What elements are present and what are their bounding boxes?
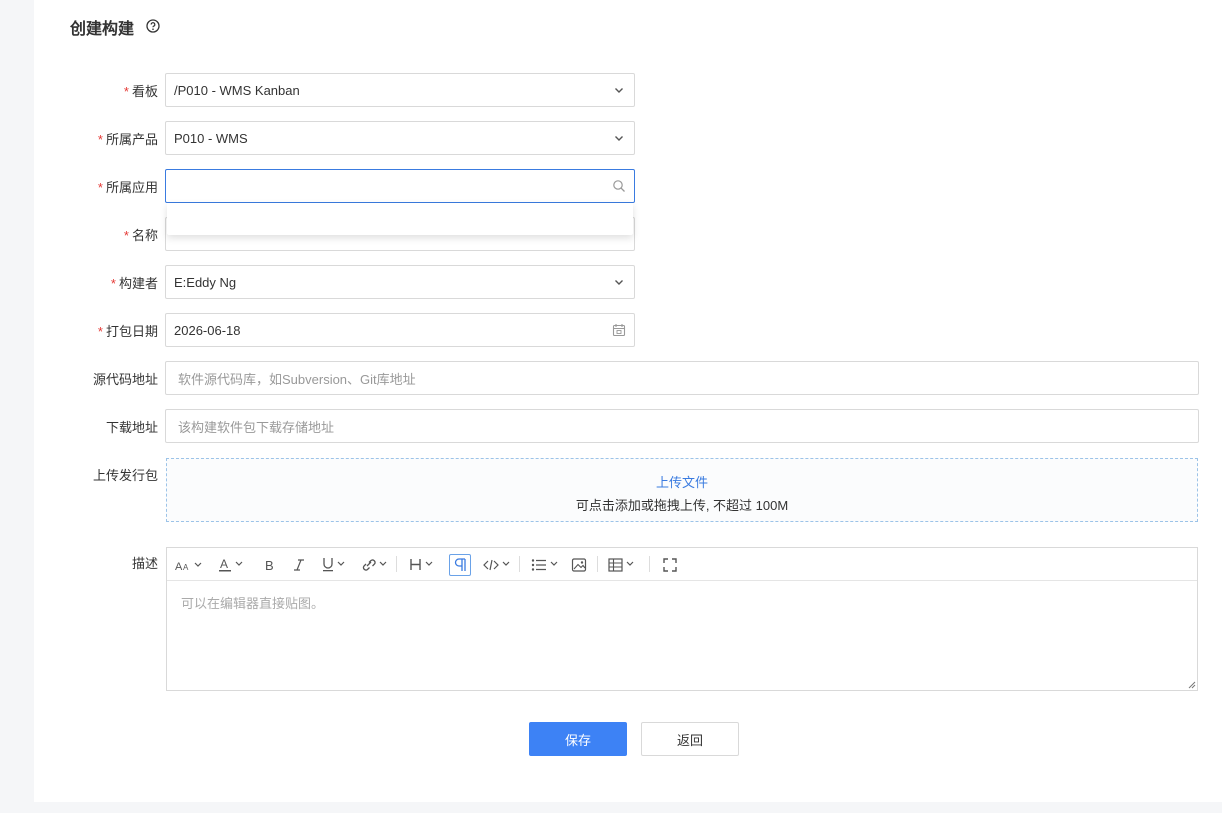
chevron-down-icon	[615, 88, 623, 93]
required-mark: *	[123, 84, 129, 99]
code-icon[interactable]	[483, 556, 513, 574]
source-repo-placeholder: 软件源代码库，如Subversion、Git库地址	[178, 371, 416, 387]
product-select[interactable]: P010 - WMS	[165, 121, 635, 155]
chevron-down-icon	[615, 136, 623, 141]
app-label-text: 所属应用	[105, 180, 158, 195]
builder-label: * 构建者	[111, 273, 158, 292]
editor-content[interactable]: 可以在编辑器直接贴图。	[167, 581, 1197, 624]
back-button[interactable]: 返回	[641, 722, 739, 756]
required-mark: *	[97, 324, 103, 339]
pack-date-picker[interactable]: 2026-06-18	[165, 313, 635, 347]
calendar-icon	[612, 324, 626, 337]
pack-date-label: * 打包日期	[98, 321, 158, 340]
download-url-placeholder: 该构建软件包下载存储地址	[178, 419, 335, 435]
source-repo-input[interactable]: 软件源代码库，如Subversion、Git库地址	[165, 361, 1199, 395]
list-icon[interactable]	[531, 556, 561, 574]
font-size-icon[interactable]: AA	[175, 556, 203, 574]
underline-icon[interactable]	[321, 556, 349, 574]
app-search-select[interactable]	[165, 169, 635, 203]
product-label: * 所属产品	[98, 129, 158, 148]
upload-dropzone[interactable]: 上传文件 可点击添加或拖拽上传, 不超过 100M	[166, 458, 1198, 522]
pack-date-value: 2026-06-18	[174, 322, 241, 338]
required-mark: *	[110, 276, 116, 291]
product-value: P010 - WMS	[174, 130, 248, 146]
kanban-label: * 看板	[124, 81, 158, 100]
svg-text:A: A	[183, 563, 189, 572]
svg-text:A: A	[175, 561, 183, 572]
heading-icon[interactable]	[409, 556, 437, 574]
svg-text:A: A	[220, 557, 228, 571]
builder-select[interactable]: E:Eddy Ng	[165, 265, 635, 299]
app-search-input[interactable]	[174, 178, 612, 194]
name-label: * 名称	[124, 225, 158, 244]
upload-label: 上传发行包	[92, 468, 158, 483]
image-icon[interactable]	[571, 556, 587, 574]
toolbar-divider	[519, 556, 520, 572]
kanban-select[interactable]: /P010 - WMS Kanban	[165, 73, 635, 107]
help-icon[interactable]	[146, 19, 160, 33]
font-color-icon[interactable]: A	[219, 556, 247, 574]
fullscreen-icon[interactable]	[662, 556, 678, 574]
link-icon[interactable]	[361, 556, 391, 574]
name-label-text: 名称	[131, 228, 158, 243]
page-title: 创建构建	[70, 21, 135, 38]
required-mark: *	[97, 180, 103, 195]
rich-text-editor[interactable]: AA A B 可以在编辑器直接贴图。	[166, 547, 1198, 691]
required-mark: *	[97, 132, 103, 147]
builder-label-text: 构建者	[118, 276, 158, 291]
download-url-input[interactable]: 该构建软件包下载存储地址	[165, 409, 1199, 443]
source-repo-label: 源代码地址	[92, 372, 158, 387]
kanban-value: /P010 - WMS Kanban	[174, 82, 300, 98]
product-label-text: 所属产品	[105, 132, 158, 147]
description-label: 描述	[131, 556, 158, 571]
toolbar-divider	[597, 556, 598, 572]
download-url-label: 下载地址	[105, 420, 158, 435]
upload-file-link[interactable]: 上传文件	[167, 472, 1197, 491]
paragraph-icon[interactable]	[449, 554, 471, 576]
required-mark: *	[123, 228, 129, 243]
resize-handle-icon[interactable]	[1188, 681, 1196, 689]
save-button[interactable]: 保存	[529, 722, 627, 756]
kanban-label-text: 看板	[131, 84, 158, 99]
app-label: * 所属应用	[98, 177, 158, 196]
app-dropdown-menu	[167, 203, 633, 235]
builder-value: E:Eddy Ng	[174, 274, 237, 290]
toolbar-divider	[396, 556, 397, 572]
toolbar-divider	[649, 556, 650, 572]
table-icon[interactable]	[608, 556, 638, 574]
search-icon	[613, 180, 625, 192]
bold-icon[interactable]: B	[263, 556, 277, 574]
chevron-down-icon	[615, 280, 623, 285]
editor-toolbar: AA A B	[167, 548, 1197, 581]
italic-icon[interactable]	[292, 556, 306, 574]
pack-date-label-text: 打包日期	[105, 324, 158, 339]
svg-text:B: B	[265, 558, 274, 572]
upload-hint: 可点击添加或拖拽上传, 不超过 100M	[575, 498, 789, 513]
